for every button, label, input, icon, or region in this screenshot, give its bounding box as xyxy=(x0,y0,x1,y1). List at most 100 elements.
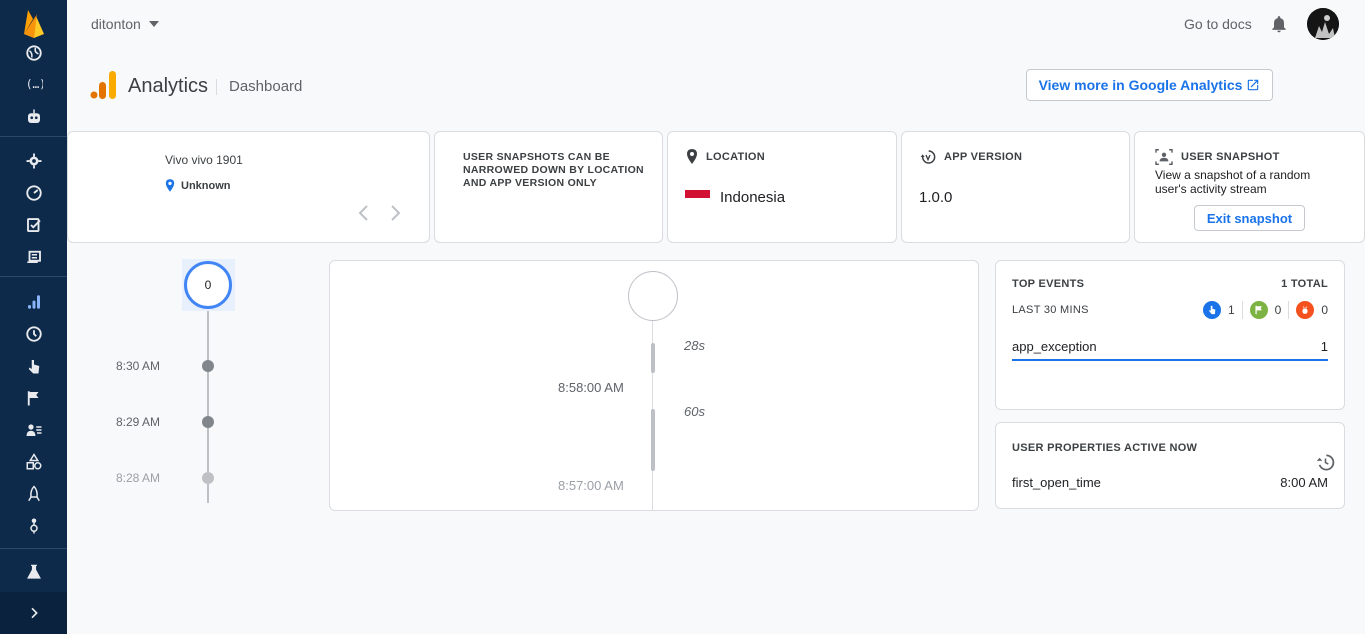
bell-icon[interactable] xyxy=(1269,14,1289,39)
chevron-left-icon xyxy=(358,205,368,221)
project-selector[interactable]: ditonton xyxy=(91,16,159,32)
open-in-new-icon xyxy=(1248,79,1259,91)
device-location: Unknown xyxy=(165,179,231,192)
app-version-value: 1.0.0 xyxy=(919,189,953,206)
project-name: ditonton xyxy=(91,16,141,32)
functions-icon[interactable]: (…) xyxy=(0,70,67,98)
stream-time: 8:57:00 AM xyxy=(558,478,624,493)
timeline-dot[interactable] xyxy=(202,360,214,372)
ga-button-label: View more in Google Analytics xyxy=(1038,77,1243,93)
stream-session-start[interactable] xyxy=(628,271,678,321)
performance-icon[interactable] xyxy=(0,179,67,207)
event-count: 0 xyxy=(1274,303,1282,317)
location-pin-icon xyxy=(165,179,175,192)
left-rail: (…) xyxy=(0,0,67,634)
top-events-range: LAST 30 MINS xyxy=(1012,304,1089,316)
avatar[interactable] xyxy=(1307,8,1339,40)
extensions-shapes-icon[interactable] xyxy=(0,448,67,476)
top-bar: ditonton Go to docs xyxy=(67,0,1365,48)
exit-snapshot-button[interactable]: Exit snapshot xyxy=(1194,205,1305,231)
caret-down-icon xyxy=(148,21,159,27)
test-lab-icon[interactable] xyxy=(0,211,67,239)
top-events-header: TOP EVENTS 1 TOTAL xyxy=(1012,278,1328,290)
app-distribution-icon[interactable] xyxy=(0,243,67,271)
top-events-card: TOP EVENTS 1 TOTAL LAST 30 MINS 1 0 0 ap… xyxy=(995,260,1345,410)
stream-time: 8:58:00 AM xyxy=(558,380,624,395)
snapshot-note-card: USER SNAPSHOTS CAN BE NARROWED DOWN BY L… xyxy=(434,131,663,243)
user-properties-card: USER PROPERTIES ACTIVE NOW first_open_ti… xyxy=(995,422,1345,509)
user-snapshot-description: View a snapshot of a random user's activ… xyxy=(1155,168,1311,196)
top-events-title: TOP EVENTS xyxy=(1012,278,1085,290)
ml-robot-icon[interactable] xyxy=(0,103,67,131)
location-card: LOCATION Indonesia xyxy=(667,131,897,243)
device-card: Vivo vivo 1901 Unknown xyxy=(67,131,430,243)
event-count: 0 xyxy=(1321,303,1328,317)
conversion-flag-icon xyxy=(1249,301,1268,319)
app-version-card: APP VERSION 1.0.0 xyxy=(901,131,1130,243)
timeline-time: 8:28 AM xyxy=(116,471,161,485)
expand-rail-button[interactable] xyxy=(0,592,67,634)
view-in-google-analytics-button[interactable]: View more in Google Analytics xyxy=(1026,69,1273,101)
top-events-total: 1 TOTAL xyxy=(1281,278,1328,290)
location-label: LOCATION xyxy=(706,150,766,163)
user-snapshot-header: USER SNAPSHOT xyxy=(1155,149,1280,165)
event-type-counts: 1 0 0 xyxy=(1202,301,1328,319)
hosting-icon[interactable] xyxy=(0,39,67,67)
crashlytics-icon[interactable] xyxy=(0,147,67,175)
ab-testing-flask-icon[interactable] xyxy=(0,558,67,586)
remote-config-icon[interactable] xyxy=(0,512,67,540)
event-count: 1 xyxy=(1227,303,1235,317)
user-property-name: first_open_time xyxy=(1012,475,1101,490)
current-minute-counter[interactable]: 0 xyxy=(184,261,232,309)
audiences-icon[interactable] xyxy=(0,416,67,444)
go-to-docs-link[interactable]: Go to docs xyxy=(1184,16,1252,32)
timeline-dot[interactable] xyxy=(202,472,214,484)
stream-gap-bar xyxy=(651,343,655,373)
chevron-right-icon xyxy=(30,607,38,619)
country-name: Indonesia xyxy=(720,189,786,206)
page-title: Analytics xyxy=(128,75,209,97)
user-properties-header: USER PROPERTIES ACTIVE NOW xyxy=(1012,442,1328,454)
timeline-dot[interactable] xyxy=(202,416,214,428)
analytics-logo xyxy=(90,70,118,105)
error-bug-icon xyxy=(1296,301,1315,319)
stream-gap-bar xyxy=(651,409,655,471)
location-pin-icon xyxy=(687,149,697,164)
user-property-row: first_open_time 8:00 AM xyxy=(1012,475,1328,490)
activity-stream-panel: 28s 60s 8:58:00 AM 8:57:00 AM xyxy=(329,260,979,511)
timeline-time: 8:29 AM xyxy=(116,415,161,429)
stream-duration: 28s xyxy=(684,338,705,353)
chevron-right-icon xyxy=(391,205,401,221)
location-header: LOCATION xyxy=(686,149,765,164)
analytics-icon[interactable] xyxy=(0,288,67,316)
release-rocket-icon[interactable] xyxy=(0,480,67,508)
app-version-header: APP VERSION xyxy=(920,149,1022,165)
device-name: Vivo vivo 1901 xyxy=(165,153,243,167)
timeline-time: 8:30 AM xyxy=(116,359,161,373)
user-snapshot-label: USER SNAPSHOT xyxy=(1181,151,1280,163)
version-history-icon xyxy=(920,150,936,164)
realtime-clock-icon[interactable] xyxy=(0,320,67,348)
snapshot-note-text: USER SNAPSHOTS CAN BE NARROWED DOWN BY L… xyxy=(463,151,644,189)
user-snapshot-card: USER SNAPSHOT View a snapshot of a rando… xyxy=(1134,131,1365,243)
event-row[interactable]: app_exception 1 xyxy=(1012,339,1328,361)
history-icon[interactable] xyxy=(1316,453,1335,477)
indonesia-flag-icon xyxy=(685,189,710,206)
svg-text:(…): (…) xyxy=(25,78,42,91)
next-device-button[interactable] xyxy=(390,204,402,227)
event-row-count: 1 xyxy=(1320,339,1328,354)
title-divider xyxy=(216,79,217,95)
stream-duration: 60s xyxy=(684,404,705,419)
previous-device-button[interactable] xyxy=(357,204,369,227)
location-value: Indonesia xyxy=(685,189,785,206)
page-subtitle: Dashboard xyxy=(229,78,303,95)
conversions-flag-icon[interactable] xyxy=(0,384,67,412)
events-touch-icon[interactable] xyxy=(0,352,67,380)
user-property-value: 8:00 AM xyxy=(1280,475,1328,490)
device-location-label: Unknown xyxy=(181,179,231,192)
user-engagement-icon xyxy=(1202,301,1221,319)
event-name: app_exception xyxy=(1012,339,1097,354)
app-version-label: APP VERSION xyxy=(944,151,1023,163)
user-properties-title: USER PROPERTIES ACTIVE NOW xyxy=(1012,442,1198,454)
top-events-range-row: LAST 30 MINS 1 0 0 xyxy=(1012,301,1328,319)
